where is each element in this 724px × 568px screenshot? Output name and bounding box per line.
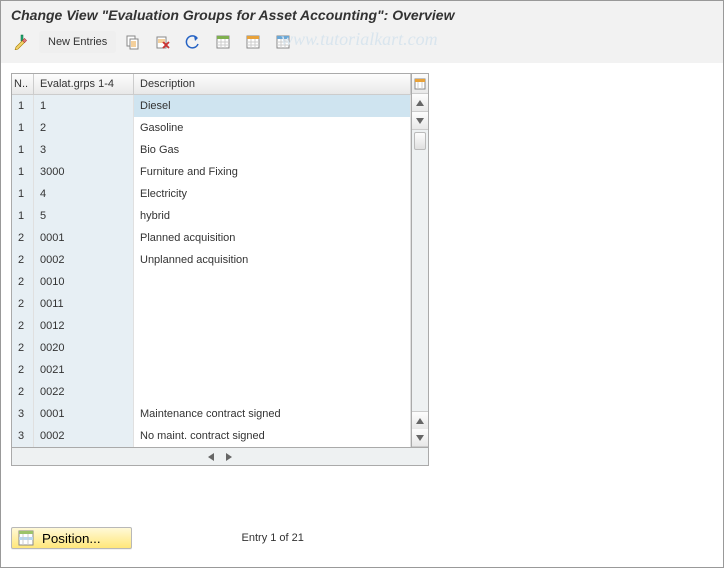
table-row: 20001Planned acquisition bbox=[12, 227, 411, 249]
table-row: 20021 bbox=[12, 359, 411, 381]
cell-desc[interactable]: Furniture and Fixing bbox=[134, 161, 411, 183]
cell-n: 1 bbox=[12, 117, 34, 139]
cell-n: 2 bbox=[12, 315, 34, 337]
cell-desc[interactable] bbox=[134, 359, 411, 381]
cell-grp: 0001 bbox=[34, 227, 134, 249]
cell-grp: 0002 bbox=[34, 425, 134, 447]
config-columns-icon[interactable] bbox=[412, 74, 428, 94]
cell-grp: 4 bbox=[34, 183, 134, 205]
cell-desc[interactable]: Diesel bbox=[134, 95, 411, 117]
cell-n: 1 bbox=[12, 161, 34, 183]
view-area: N.. Evalat.grps 1-4 Description 11Diesel… bbox=[1, 63, 723, 476]
footer: Position... Entry 1 of 21 bbox=[11, 527, 713, 549]
page-title: Change View "Evaluation Groups for Asset… bbox=[1, 1, 723, 27]
cell-grp: 0011 bbox=[34, 293, 134, 315]
cell-grp: 3 bbox=[34, 139, 134, 161]
cell-desc[interactable] bbox=[134, 271, 411, 293]
entry-counter: Entry 1 of 21 bbox=[242, 532, 304, 544]
cell-grp: 2 bbox=[34, 117, 134, 139]
cell-grp: 0002 bbox=[34, 249, 134, 271]
cell-n: 2 bbox=[12, 293, 34, 315]
cell-n: 2 bbox=[12, 381, 34, 403]
scroll-down2-icon[interactable] bbox=[412, 429, 428, 447]
watermark-text: www.tutorialkart.com bbox=[281, 29, 438, 50]
cell-desc[interactable] bbox=[134, 315, 411, 337]
cell-desc[interactable]: hybrid bbox=[134, 205, 411, 227]
cell-grp: 0020 bbox=[34, 337, 134, 359]
cell-n: 1 bbox=[12, 205, 34, 227]
cell-desc[interactable]: Gasoline bbox=[134, 117, 411, 139]
cell-grp: 0001 bbox=[34, 403, 134, 425]
table-row: 20011 bbox=[12, 293, 411, 315]
cell-n: 2 bbox=[12, 359, 34, 381]
table-row: 14Electricity bbox=[12, 183, 411, 205]
cell-desc[interactable] bbox=[134, 293, 411, 315]
vertical-scrollbar[interactable] bbox=[411, 73, 429, 448]
cell-n: 1 bbox=[12, 139, 34, 161]
table-row: 12Gasoline bbox=[12, 117, 411, 139]
cell-n: 2 bbox=[12, 227, 34, 249]
cell-grp: 0012 bbox=[34, 315, 134, 337]
table-row: 20022 bbox=[12, 381, 411, 403]
cell-n: 2 bbox=[12, 249, 34, 271]
cell-desc[interactable]: Maintenance contract signed bbox=[134, 403, 411, 425]
scroll-down-icon[interactable] bbox=[412, 112, 428, 130]
table-row: 20002Unplanned acquisition bbox=[12, 249, 411, 271]
cell-grp: 0021 bbox=[34, 359, 134, 381]
cell-grp: 1 bbox=[34, 95, 134, 117]
cell-n: 1 bbox=[12, 95, 34, 117]
position-button-label: Position... bbox=[42, 531, 101, 546]
delete-button[interactable] bbox=[150, 31, 176, 53]
scroll-track[interactable] bbox=[412, 130, 428, 411]
table-row: 20020 bbox=[12, 337, 411, 359]
cell-desc[interactable]: No maint. contract signed bbox=[134, 425, 411, 447]
cell-n: 1 bbox=[12, 183, 34, 205]
scroll-thumb[interactable] bbox=[414, 132, 426, 150]
toolbar: New Entries www.tutorialkart.com bbox=[1, 27, 723, 63]
cell-desc[interactable] bbox=[134, 337, 411, 359]
scroll-right-icon[interactable] bbox=[222, 450, 236, 464]
data-grid: N.. Evalat.grps 1-4 Description 11Diesel… bbox=[11, 73, 411, 448]
cell-grp: 3000 bbox=[34, 161, 134, 183]
position-icon bbox=[18, 530, 34, 546]
table-row: 13000Furniture and Fixing bbox=[12, 161, 411, 183]
cell-n: 2 bbox=[12, 271, 34, 293]
copy-as-button[interactable] bbox=[120, 31, 146, 53]
col-header-grp[interactable]: Evalat.grps 1-4 bbox=[34, 74, 134, 94]
horizontal-scrollbar[interactable] bbox=[11, 448, 429, 466]
cell-desc[interactable]: Planned acquisition bbox=[134, 227, 411, 249]
print-button[interactable] bbox=[270, 31, 296, 53]
table-row: 13Bio Gas bbox=[12, 139, 411, 161]
toggle-display-change-button[interactable] bbox=[9, 31, 35, 53]
scroll-up-icon[interactable] bbox=[412, 94, 428, 112]
table-row: 11Diesel bbox=[12, 95, 411, 117]
table-row: 15hybrid bbox=[12, 205, 411, 227]
position-button[interactable]: Position... bbox=[11, 527, 132, 549]
cell-n: 3 bbox=[12, 403, 34, 425]
cell-desc[interactable]: Unplanned acquisition bbox=[134, 249, 411, 271]
col-header-desc[interactable]: Description bbox=[134, 74, 411, 94]
table-row: 20012 bbox=[12, 315, 411, 337]
cell-n: 2 bbox=[12, 337, 34, 359]
cell-desc[interactable]: Electricity bbox=[134, 183, 411, 205]
table-row: 20010 bbox=[12, 271, 411, 293]
new-entries-button[interactable]: New Entries bbox=[39, 31, 116, 53]
grid-header-row: N.. Evalat.grps 1-4 Description bbox=[12, 74, 411, 95]
cell-n: 3 bbox=[12, 425, 34, 447]
cell-grp: 0022 bbox=[34, 381, 134, 403]
col-header-n[interactable]: N.. bbox=[12, 74, 34, 94]
scroll-left-icon[interactable] bbox=[204, 450, 218, 464]
deselect-all-button[interactable] bbox=[240, 31, 266, 53]
cell-grp: 5 bbox=[34, 205, 134, 227]
cell-desc[interactable] bbox=[134, 381, 411, 403]
cell-desc[interactable]: Bio Gas bbox=[134, 139, 411, 161]
table-row: 30002No maint. contract signed bbox=[12, 425, 411, 447]
scroll-up2-icon[interactable] bbox=[412, 411, 428, 429]
undo-change-button[interactable] bbox=[180, 31, 206, 53]
select-all-button[interactable] bbox=[210, 31, 236, 53]
cell-grp: 0010 bbox=[34, 271, 134, 293]
table-row: 30001Maintenance contract signed bbox=[12, 403, 411, 425]
